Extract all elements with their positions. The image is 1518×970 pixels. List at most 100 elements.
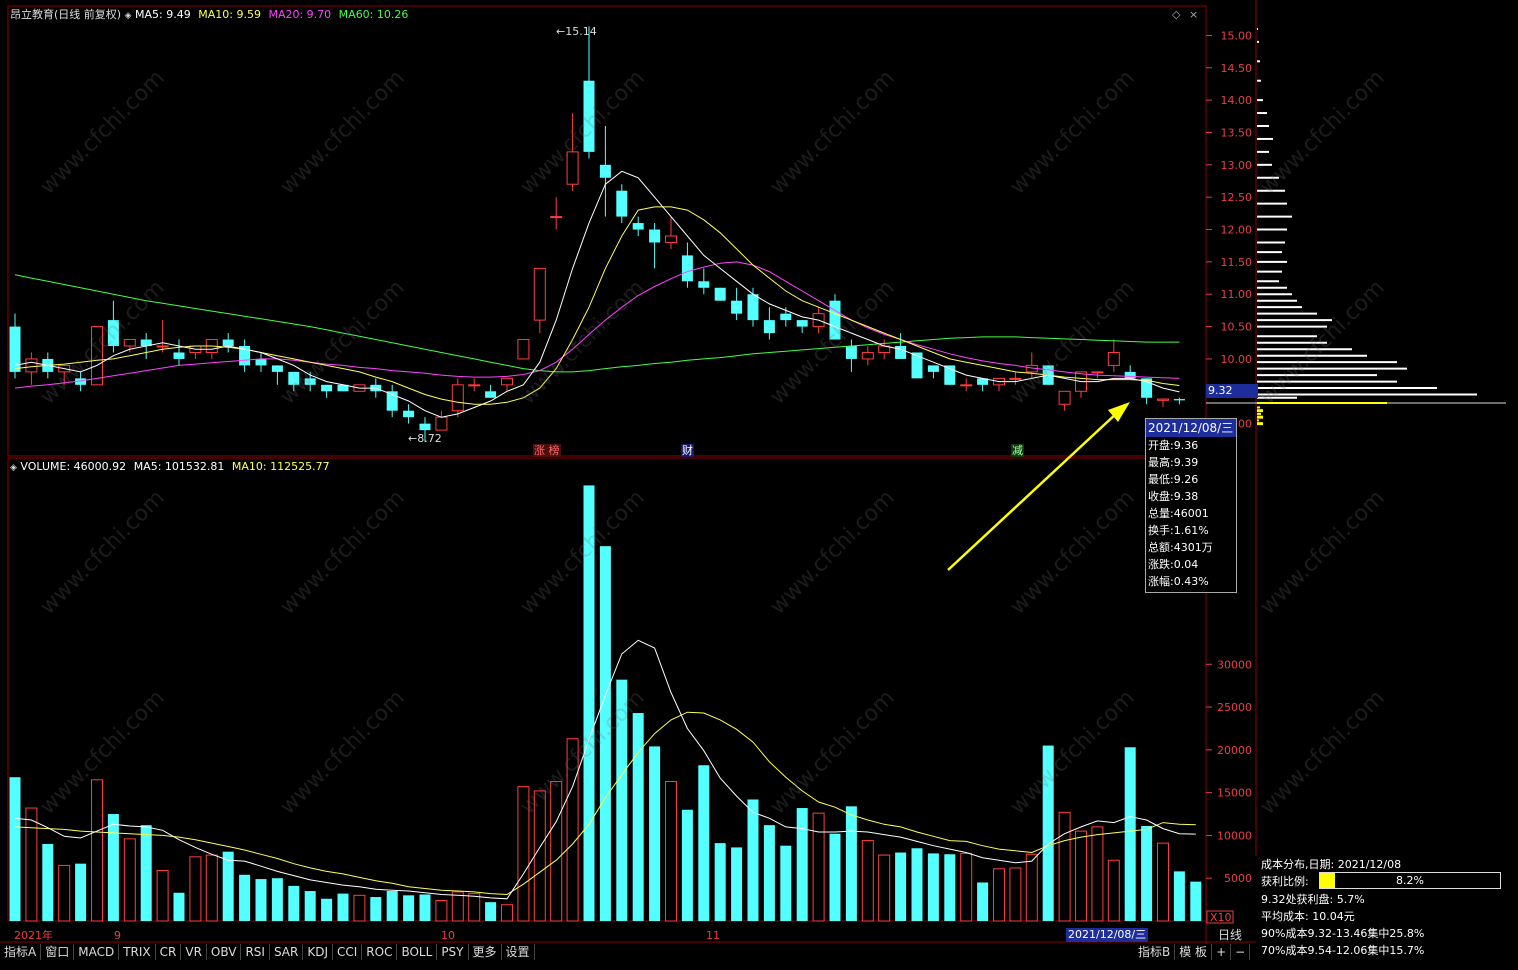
candle [993,377,1005,392]
volume-bar [829,833,841,921]
volume-scale-label: X10 [1210,911,1232,924]
candle-body [599,164,611,178]
candle-body [698,281,710,288]
zoom-in-button[interactable]: + [1212,944,1232,960]
candle-body [583,80,595,152]
stock-name: 昂立教育(日线 前复权) [10,8,122,21]
candle-body [829,300,841,340]
volume-bar [550,781,563,922]
candle [386,384,398,418]
x-label-year: 2021年 [14,929,53,942]
tab-window[interactable]: 窗口 [41,944,75,960]
candle [156,320,169,353]
tab-trix[interactable]: TRIX [119,944,156,960]
candle [566,113,579,191]
period-label[interactable]: 日线 [1218,929,1242,942]
candle [977,378,989,392]
volume-bar [1025,853,1038,922]
tab-kdj[interactable]: KDJ [303,944,333,960]
average-cost: 平均成本: 10.04元 [1261,910,1355,923]
volume-bar [861,840,874,922]
event-marker-limit-up[interactable]: 涨 榜 [533,444,561,457]
tab-macd[interactable]: MACD [74,944,120,960]
tab-cci[interactable]: CCI [333,944,363,960]
cost-90: 90%成本9.32-13.46集中25.8% [1261,927,1425,940]
volume-bar [271,878,283,921]
right-tab-bar: 指标B 模 板 + − [1134,944,1251,960]
ma10-label: MA10: 9.59 [198,8,261,21]
tab-rsi[interactable]: RSI [241,944,270,960]
zoom-out-button[interactable]: − [1231,944,1251,960]
candle-body [566,151,579,185]
volume-bar [993,868,1005,922]
candle [681,242,693,288]
ma20-label: MA20: 9.70 [268,8,332,21]
volume-bar [731,847,743,921]
vol-ma5-label: MA5: 101532.81 [133,460,225,473]
tab-more[interactable]: 更多 [469,944,502,960]
candle [878,339,891,359]
candle-body [649,229,661,243]
volume-bar [255,879,267,921]
tab-indicator-b[interactable]: 指标B [1134,944,1176,960]
candle [1107,339,1120,372]
tab-template[interactable]: 模 板 [1175,944,1213,960]
tab-roc[interactable]: ROC [362,944,398,960]
candle-tooltip: 2021/12/08/三 开盘:9.36 最高:9.39 最低:9.26 收盘:… [1145,418,1237,593]
tab-obv[interactable]: OBV [207,944,242,960]
volume-tick-label: 5000 [1224,872,1252,885]
kline-chart[interactable]: 15.00 14.50 14.00 13.50 13.00 12.50 12.00 11.50… [0,0,1518,970]
tab-settings[interactable]: 设置 [502,944,535,960]
candle-body [927,365,939,372]
candle-body [1091,371,1104,374]
volume-bar [517,786,530,922]
tooltip-close: 收盘:9.38 [1148,490,1199,503]
tab-vr[interactable]: VR [181,944,207,960]
volume-bar [977,882,989,921]
tab-psy[interactable]: PSY [437,944,469,960]
candle [288,371,300,392]
x-selected-date: 2021/12/08/三 [1066,928,1149,942]
candle [451,378,464,418]
candle-body [1009,377,1022,380]
tab-boll[interactable]: BOLL [397,944,438,960]
ma5-label: MA5: 9.49 [135,8,191,21]
volume-bar [1058,811,1071,922]
candle [583,26,595,159]
candle [1025,352,1038,379]
candle-body [616,190,628,217]
volume-label: VOLUME: 46000.92 [20,460,127,473]
volume-bar [812,812,825,922]
volume-bar [353,894,366,922]
price-tick-label: 11.00 [1221,288,1253,301]
candle-body [107,320,119,346]
candle [468,378,481,392]
candle [911,352,923,379]
candle [1009,371,1022,385]
price-tick-label: 15.00 [1221,29,1253,42]
tab-sar[interactable]: SAR [270,944,304,960]
x-label-nov: 11 [706,929,720,942]
close-icon[interactable]: × [1189,8,1198,21]
ma-settings-icon[interactable]: ◈ [125,11,132,21]
tab-cr[interactable]: CR [156,944,182,960]
volume-bar [403,895,415,921]
event-marker-reduce[interactable]: 减 [1011,444,1024,457]
tab-indicator-a[interactable]: 指标A [0,944,42,960]
volume-tick-label: 15000 [1217,787,1252,800]
candle [107,300,119,353]
ma10-line [14,206,1180,405]
volume-bar [878,854,891,922]
candle-body [550,216,563,219]
candle-body [123,339,136,347]
event-marker-finance[interactable]: 财 [681,444,694,457]
candle-body [861,351,874,360]
volume-bar [1075,830,1087,922]
price-tick-label: 13.50 [1221,126,1253,139]
volume-bar [321,898,333,921]
candle [1157,398,1169,407]
candle-body [911,352,923,379]
diamond-icon[interactable]: ◇ [1172,8,1180,21]
volume-bar [205,854,218,922]
volume-settings-icon[interactable]: ◈ [10,463,17,473]
